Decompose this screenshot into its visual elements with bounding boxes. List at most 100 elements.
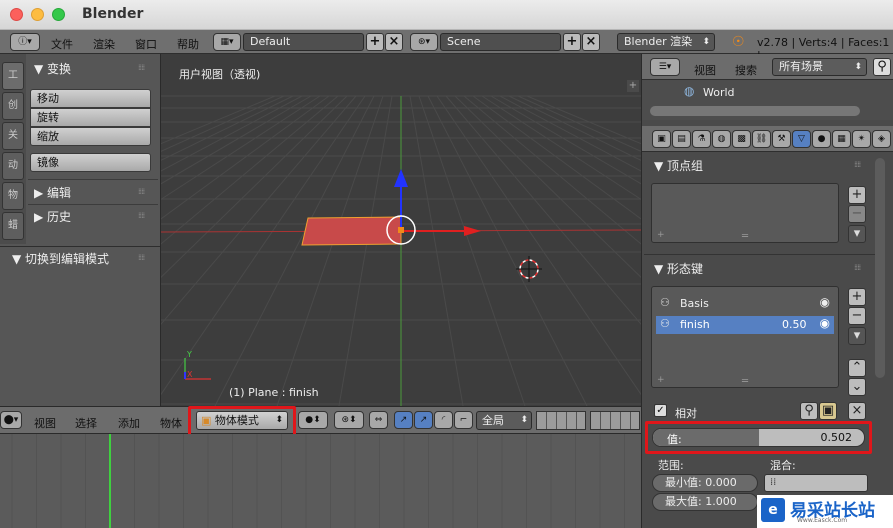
menu-file[interactable]: 文件	[51, 36, 73, 52]
history-panel-header[interactable]: ▶ 历史	[34, 208, 71, 225]
tab-relations[interactable]: 关	[2, 122, 24, 150]
panel-grip-icon[interactable]: ⁞⁞⁞⁞	[854, 263, 861, 272]
remove-scene-button[interactable]: ×	[582, 33, 600, 51]
object-tab-icon[interactable]: ▩	[732, 130, 751, 148]
panel-grip-icon[interactable]: ⁞⁞⁞⁞	[138, 63, 145, 72]
menu-select[interactable]: 选择	[75, 415, 97, 431]
close-window-button[interactable]	[10, 8, 23, 21]
add-vertex-group-button[interactable]: +	[848, 186, 866, 204]
outliner-filter-select[interactable]: 所有场景 ⬍	[772, 58, 867, 76]
transform-orientation-select[interactable]: 全局 ⬍	[476, 411, 532, 430]
remove-vertex-group-button[interactable]: −	[848, 205, 866, 223]
menu-object[interactable]: 物体	[160, 415, 182, 431]
outliner-world-item[interactable]: World	[703, 86, 735, 99]
tab-tools[interactable]: 工	[2, 62, 24, 90]
outliner-menu-search[interactable]: 搜索	[735, 62, 757, 78]
layout-icon[interactable]: ▦▾	[213, 33, 241, 51]
manipulator-rotate-icon[interactable]: ◜	[434, 411, 453, 429]
move-button[interactable]: 移动	[30, 89, 151, 108]
add-scene-button[interactable]: +	[563, 33, 581, 51]
3d-viewport[interactable]: Y X 用户视图（透视) (1) Plane : finish +	[161, 54, 641, 406]
z-axis-arrow-icon[interactable]	[394, 169, 408, 187]
3d-cursor-icon[interactable]	[516, 256, 542, 282]
modifiers-tab-icon[interactable]: ⚒	[772, 130, 791, 148]
timeline-area[interactable]	[0, 434, 641, 528]
min-value-field[interactable]: 最小值: 0.000	[652, 474, 758, 492]
translate-manipulator-icon[interactable]: ↗	[394, 411, 413, 429]
viewport-shading-select[interactable]: ●⬍	[298, 411, 328, 429]
remove-shape-key-button[interactable]: −	[848, 307, 866, 325]
clear-shape-button[interactable]: ×	[848, 402, 866, 420]
data-tab-icon[interactable]: ▽	[792, 130, 811, 148]
add-layout-button[interactable]: +	[366, 33, 384, 51]
move-up-button[interactable]: ⌃	[848, 359, 866, 377]
tab-animation[interactable]: 动	[2, 152, 24, 180]
zoom-window-button[interactable]	[52, 8, 65, 21]
outliner-menu-view[interactable]: 视图	[694, 62, 716, 78]
menu-render[interactable]: 渲染	[93, 36, 115, 52]
eye-icon[interactable]: ◉	[820, 316, 830, 330]
tab-grease-pencil[interactable]: 蜡	[2, 212, 24, 240]
eye-icon[interactable]: ◉	[820, 295, 830, 309]
outliner-scrollbar[interactable]	[650, 106, 860, 116]
particles-tab-icon[interactable]: ✴	[852, 130, 871, 148]
panel-grip-icon[interactable]: ⁞⁞⁞⁞	[138, 211, 145, 220]
vertex-groups-header[interactable]: ▼ 顶点组	[654, 157, 703, 174]
vertex-groups-list[interactable]: + ═	[651, 183, 839, 243]
transform-panel-header[interactable]: ▼ 变换	[34, 60, 71, 77]
pivot-point-select[interactable]: ⊛⬍	[334, 411, 364, 429]
render-tab-icon[interactable]: ▣	[652, 130, 671, 148]
render-layers-tab-icon[interactable]: ▤	[672, 130, 691, 148]
scene-icon[interactable]: ⊛▾	[410, 33, 438, 51]
pin-icon[interactable]: ⚲	[800, 402, 818, 420]
minimize-window-button[interactable]	[31, 8, 44, 21]
selected-plane[interactable]	[301, 216, 402, 246]
editor-type-icon[interactable]: ⓘ▾	[10, 33, 40, 51]
world-tab-icon[interactable]: ◍	[712, 130, 731, 148]
shape-key-specials-button[interactable]: ▾	[848, 327, 866, 345]
render-engine-select[interactable]: Blender 渲染 ⬍	[617, 33, 715, 51]
list-item[interactable]: ⚇ finish 0.50 ◉	[656, 316, 834, 334]
edit-mode-shape-icon[interactable]: ▣	[819, 402, 837, 420]
rotate-button[interactable]: 旋转	[30, 108, 151, 127]
scene-field[interactable]: Scene	[440, 33, 561, 51]
layout-field[interactable]: Default	[243, 33, 364, 51]
layer-buttons-left[interactable]	[536, 411, 586, 430]
physics-tab-icon[interactable]: ◈	[872, 130, 891, 148]
max-value-field[interactable]: 最大值: 1.000	[652, 493, 758, 511]
mirror-button[interactable]: 镜像	[30, 153, 151, 172]
shape-keys-list[interactable]: ⚇ Basis ◉ ⚇ finish 0.50 ◉ + ═	[651, 286, 839, 388]
remove-layout-button[interactable]: ×	[385, 33, 403, 51]
list-item[interactable]: ⚇ Basis ◉	[656, 295, 834, 313]
menu-view[interactable]: 视图	[34, 415, 56, 431]
menu-help[interactable]: 帮助	[177, 36, 199, 52]
material-tab-icon[interactable]: ●	[812, 130, 831, 148]
vertex-group-specials-button[interactable]: ▾	[848, 225, 866, 243]
panel-grip-icon[interactable]: ⁞⁞⁞⁞	[138, 187, 145, 196]
toggle-edit-mode-header[interactable]: ▼ 切换到编辑模式	[12, 250, 109, 267]
edit-panel-header[interactable]: ▶ 编辑	[34, 184, 71, 201]
editor-type-3d-icon[interactable]: ⬤▾	[0, 411, 22, 429]
shape-keys-header[interactable]: ▼ 形态键	[654, 260, 703, 277]
constraints-tab-icon[interactable]: ⛓	[752, 130, 771, 148]
menu-add[interactable]: 添加	[118, 415, 140, 431]
panel-grip-icon[interactable]: ⁞⁞⁞⁞	[138, 253, 145, 262]
expand-panel-icon[interactable]: +	[627, 80, 639, 92]
scale-button[interactable]: 缩放	[30, 127, 151, 146]
tab-create[interactable]: 创	[2, 92, 24, 120]
manipulator-toggle-icon[interactable]: ⇔	[369, 411, 388, 429]
panel-grip-icon[interactable]: ⁞⁞⁞⁞	[854, 160, 861, 169]
menu-window[interactable]: 窗口	[135, 36, 157, 52]
x-axis-arrow-icon[interactable]	[464, 226, 481, 236]
blend-vertex-group-field[interactable]: ⁞⁞	[764, 474, 868, 492]
manipulator-move-icon[interactable]: ↗	[414, 411, 433, 429]
search-icon[interactable]: ⚲	[873, 58, 891, 76]
texture-tab-icon[interactable]: ▦	[832, 130, 851, 148]
layer-buttons-right[interactable]	[590, 411, 640, 430]
move-down-button[interactable]: ⌄	[848, 378, 866, 396]
shape-key-value[interactable]: 0.50	[782, 318, 807, 331]
scene-tab-icon[interactable]: ⚗	[692, 130, 711, 148]
manipulator-scale-icon[interactable]: ⌐	[454, 411, 473, 429]
relative-checkbox[interactable]: ✓	[654, 404, 667, 417]
add-shape-key-button[interactable]: +	[848, 288, 866, 306]
